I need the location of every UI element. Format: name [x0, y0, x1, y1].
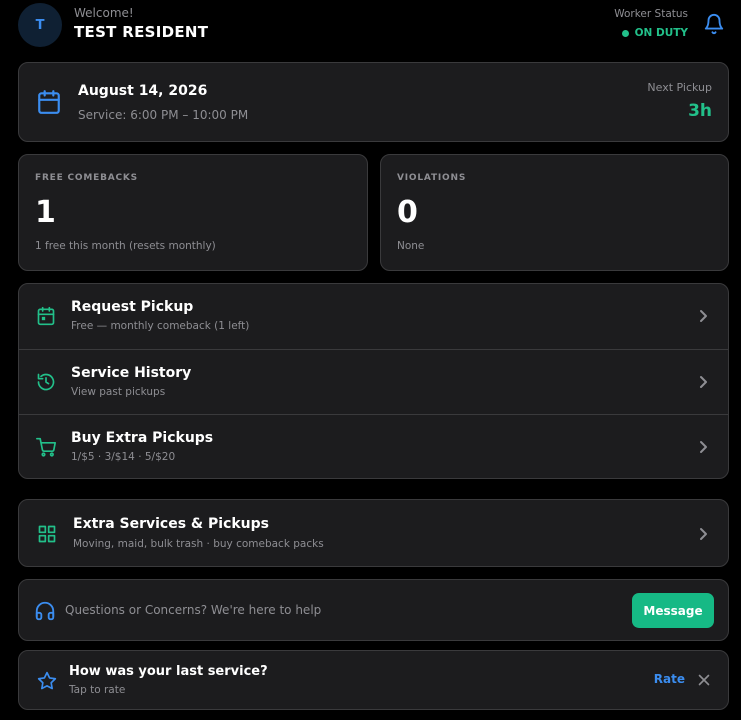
headset-icon: [35, 601, 55, 621]
rate-subtitle: Tap to rate: [69, 684, 126, 696]
free-comebacks-label: FREE COMEBACKS: [35, 173, 138, 183]
chevron-right-icon: [700, 528, 707, 540]
worker-status-value: ON DUTY: [634, 27, 688, 39]
service-date-card: August 14, 2026 Service: 6:00 PM – 10:00…: [18, 62, 729, 142]
free-comebacks-value: 1: [35, 195, 56, 230]
free-comebacks-sub: 1 free this month (resets monthly): [35, 240, 216, 252]
menu-item-subtitle: 1/$5 · 3/$14 · 5/$20: [71, 451, 176, 463]
free-comebacks-card: FREE COMEBACKS 1 1 free this month (rese…: [18, 154, 368, 271]
chevron-right-icon: [700, 441, 707, 453]
menu-item-subtitle: Free — monthly comeback (1 left): [71, 320, 250, 332]
menu-item-title: Service History: [71, 365, 192, 381]
avatar[interactable]: T: [18, 3, 62, 47]
cart-icon: [36, 437, 56, 457]
menu-item-title: Buy Extra Pickups: [71, 430, 214, 446]
service-window: Service: 6:00 PM – 10:00 PM: [78, 108, 249, 122]
grid-icon: [38, 525, 56, 543]
actions-menu: Request Pickup Free — monthly comeback (…: [18, 283, 729, 479]
violations-value: 0: [397, 195, 418, 230]
history-icon: [37, 373, 55, 391]
extra-services-subtitle: Moving, maid, bulk trash · buy comeback …: [73, 538, 324, 550]
status-dot-icon: [621, 29, 629, 37]
extra-services-card[interactable]: Extra Services & Pickups Moving, maid, b…: [18, 499, 729, 567]
close-icon[interactable]: [698, 674, 710, 686]
service-date: August 14, 2026: [78, 83, 208, 99]
message-button[interactable]: Message: [632, 593, 714, 628]
worker-status-badge: ON DUTY: [621, 27, 688, 39]
rate-title: How was your last service?: [69, 664, 268, 679]
violations-label: VIOLATIONS: [397, 173, 467, 183]
calendar-plus-icon: [37, 306, 55, 326]
menu-item-service-history[interactable]: Service History View past pickups: [19, 349, 728, 414]
bell-icon[interactable]: [703, 12, 725, 36]
menu-item-buy-extra-pickups[interactable]: Buy Extra Pickups 1/$5 · 3/$14 · 5/$20: [19, 414, 728, 478]
menu-item-subtitle: View past pickups: [71, 386, 166, 398]
violations-sub: None: [397, 240, 425, 252]
resident-name: TEST RESIDENT: [74, 23, 209, 41]
chevron-right-icon: [700, 310, 707, 322]
chevron-right-icon: [700, 376, 707, 388]
welcome-text: Welcome!: [74, 6, 134, 20]
rate-service-card[interactable]: How was your last service? Tap to rate R…: [18, 650, 729, 710]
violations-card: VIOLATIONS 0 None: [380, 154, 729, 271]
next-pickup-value: 3h: [688, 101, 712, 121]
menu-item-request-pickup[interactable]: Request Pickup Free — monthly comeback (…: [19, 284, 728, 349]
worker-status-label: Worker Status: [614, 8, 688, 20]
rate-link[interactable]: Rate: [654, 672, 685, 686]
header: T Welcome! TEST RESIDENT Worker Status O…: [18, 0, 729, 50]
menu-item-title: Request Pickup: [71, 299, 194, 315]
help-card: Questions or Concerns? We're here to hel…: [18, 579, 729, 641]
star-icon: [37, 671, 57, 690]
extra-services-title: Extra Services & Pickups: [73, 516, 269, 532]
help-text: Questions or Concerns? We're here to hel…: [65, 603, 322, 617]
calendar-icon: [38, 90, 60, 114]
next-pickup-label: Next Pickup: [647, 81, 712, 94]
